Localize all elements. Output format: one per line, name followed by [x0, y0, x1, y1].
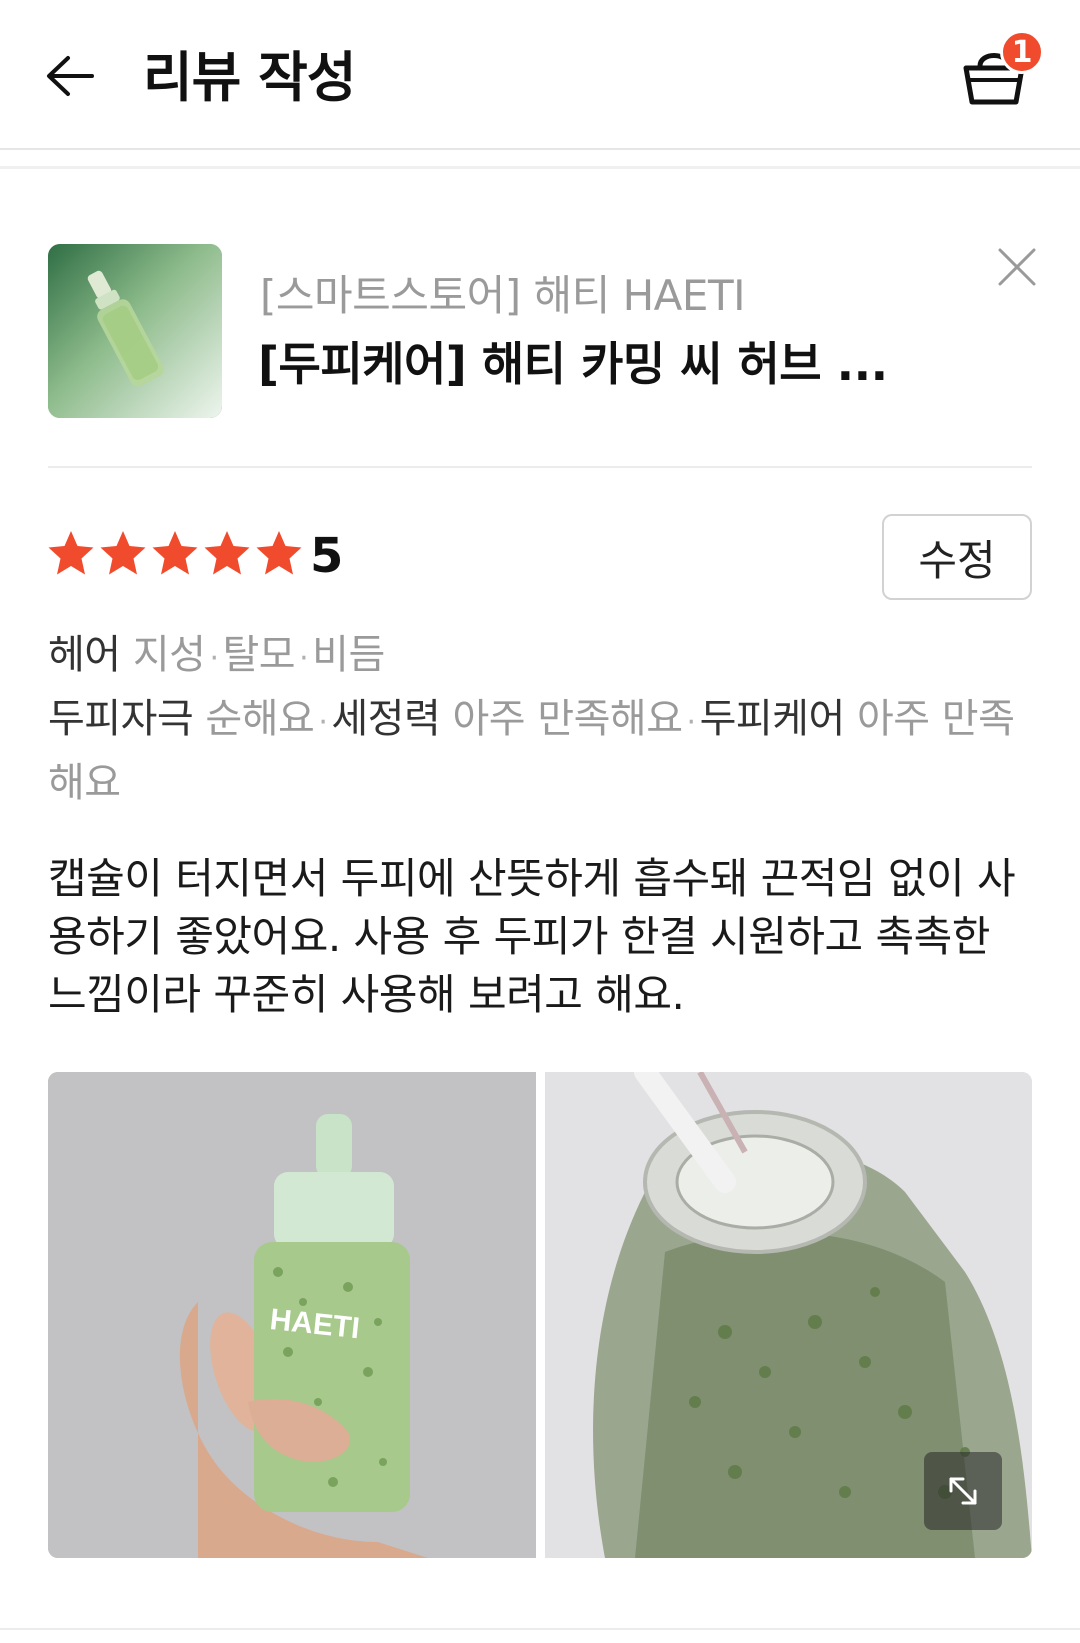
review-attributes: 헤어 지성 · 탈모 · 비듬 두피자극 순해요 · 세정력 아주 만족해요 · 두피케어 아주…: [48, 625, 1038, 813]
edit-button[interactable]: 수정: [882, 514, 1032, 600]
star-icon: [100, 531, 146, 575]
rating-value: 5: [310, 528, 344, 584]
close-icon: [998, 248, 1036, 286]
expand-icon: [949, 1477, 977, 1505]
attribute-key: 두피자극: [48, 696, 194, 742]
section-divider: [0, 166, 1080, 169]
store-name: [스마트스토어] 해티 HAETI: [260, 271, 746, 320]
attribute-key: 세정력: [331, 696, 441, 742]
attribute-key: 두피케어: [699, 696, 846, 742]
divider: [48, 466, 1032, 468]
attribute-value: 순해요: [205, 696, 315, 742]
product-name[interactable]: [두피케어] 해티 카밍 씨 허브 ...: [258, 328, 938, 394]
serum-bottle-in-hand-image: HAETI: [48, 1072, 536, 1558]
star-icon: [48, 531, 94, 575]
attribute-key: 헤어: [48, 632, 121, 678]
attribute-value: 아주 만족해요: [452, 696, 684, 742]
arrow-left-icon: [47, 56, 94, 96]
star-rating: [46, 528, 304, 578]
remove-product-button[interactable]: [990, 240, 1046, 296]
page-title: 리뷰 작성: [143, 46, 357, 109]
attribute-value: 탈모: [222, 632, 296, 678]
star-icon: [204, 531, 250, 575]
review-photo-1[interactable]: HAETI: [48, 1072, 536, 1558]
cart-count-badge: 1: [1000, 30, 1044, 74]
review-body: 캡슐이 터지면서 두피에 산뜻하게 흡수돼 끈적임 없이 사용하기 좋았어요. …: [48, 854, 1016, 1019]
serum-bottle-image: [48, 244, 222, 418]
star-icon: [152, 531, 198, 575]
attribute-line-hair: 헤어 지성 · 탈모 · 비듬: [48, 632, 385, 678]
back-button[interactable]: [40, 48, 100, 104]
attribute-value: 지성: [132, 632, 206, 678]
attribute-value: 비듬: [312, 632, 385, 678]
product-thumbnail[interactable]: [48, 244, 222, 418]
star-icon: [256, 531, 302, 575]
attribute-line-evaluations: 두피자극 순해요 · 세정력 아주 만족해요 · 두피케어 아주 만족해요: [48, 696, 1015, 806]
top-app-bar: 리뷰 작성 1: [0, 0, 1080, 150]
divider: [0, 1628, 1080, 1630]
expand-photo-button[interactable]: [924, 1452, 1002, 1530]
